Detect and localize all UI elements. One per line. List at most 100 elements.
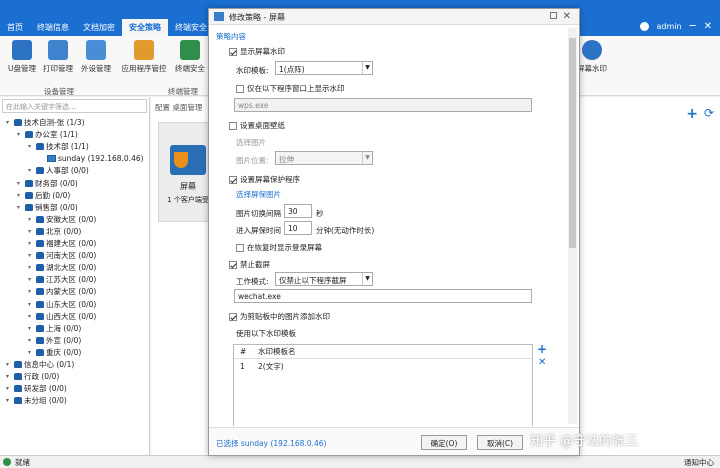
clipboard-watermark-row[interactable]: 为剪贴板中的图片添加水印 [229,311,330,322]
peripheral-manage-button[interactable]: 外设管理 [76,40,116,74]
maximize-icon[interactable] [550,12,557,19]
choose-image-link[interactable]: 选择图片 [236,137,266,148]
expand-icon[interactable]: ▾ [28,252,34,259]
tree-node[interactable]: ▾ 北京 (0/0) [28,226,81,237]
template-select[interactable]: 1(点阵) ▼ [275,61,373,75]
show-watermark-row[interactable]: 显示屏幕水印 [229,46,285,57]
table-row[interactable]: 1 2(文字) [234,359,532,373]
close-window-icon[interactable]: ✕ [704,21,712,32]
expand-icon[interactable]: ▾ [28,313,34,320]
scroll-thumb[interactable] [569,38,576,248]
tab-terminal-info[interactable]: 终端信息 [30,19,76,36]
expand-icon[interactable]: ▾ [6,385,12,392]
usb-manage-button[interactable]: U盘管理 [2,40,42,74]
tab-home[interactable]: 首页 [0,19,30,36]
expand-icon[interactable]: ▾ [28,228,34,235]
image-pos-value: 拉伸 [279,155,294,164]
expand-icon[interactable]: ▾ [28,325,34,332]
tree-node[interactable]: ▾ 河南大区 (0/0) [28,250,96,261]
tree-node[interactable]: ▾ 技术自测-张 (1/3) [6,117,85,128]
tree-node[interactable]: ▾ 福建大区 (0/0) [28,238,96,249]
tree-node[interactable]: ▾ 内蒙大区 (0/0) [28,286,96,297]
clipboard-watermark-checkbox[interactable] [229,312,237,321]
expand-icon[interactable]: ▾ [28,276,34,283]
tree-node[interactable]: ▾ 销售部 (0/0) [17,202,78,213]
tree-node[interactable]: ▾ 安徽大区 (0/0) [28,214,96,225]
tree-node[interactable]: ▾ 行政 (0/0) [6,371,59,382]
expand-icon[interactable]: ▾ [28,301,34,308]
forbid-screenshot-row[interactable]: 禁止截屏 [229,259,270,270]
screensaver-checkbox[interactable] [229,175,237,184]
expand-icon[interactable]: ▾ [6,373,12,380]
expand-icon[interactable]: ▾ [6,119,12,126]
expand-icon[interactable]: ▾ [17,204,23,211]
expand-icon[interactable]: ▾ [28,349,34,356]
cancel-button[interactable]: 取消(C) [477,435,523,450]
login-on-resume-checkbox[interactable] [236,243,244,252]
tree-node[interactable]: ▾ 上海 (0/0) [28,323,81,334]
show-watermark-checkbox[interactable] [229,47,237,56]
close-icon[interactable]: ✕ [563,11,571,22]
expand-icon[interactable]: ▾ [28,288,34,295]
app-control-label: 应用程序管控 [121,64,167,73]
add-icon[interactable]: + [686,106,698,122]
only-window-checkbox[interactable] [236,84,244,93]
interval-stepper[interactable]: 30 [284,204,312,218]
expand-icon[interactable]: ▾ [6,361,12,368]
tree-node[interactable]: ▾ 山西大区 (0/0) [28,311,96,322]
tree-node[interactable]: ▾ 重庆 (0/0) [28,347,81,358]
tree-node[interactable]: ▾ 后勤 (0/0) [17,190,70,201]
dialog-scrollbar[interactable] [568,28,577,424]
tree-node[interactable]: ▾ 外宣 (0/0) [28,335,81,346]
choose-saver-image-link[interactable]: 选择屏保图片 [236,189,281,200]
remove-template-icon[interactable]: ✕ [538,357,546,368]
window-program-input[interactable]: wps.exe [234,98,532,112]
tree-node[interactable]: ▾ 办公室 (1/1) [17,129,78,140]
tree-node[interactable]: ▾ 江苏大区 (0/0) [28,274,96,285]
tree-node[interactable]: ▾ 湖北大区 (0/0) [28,262,96,273]
expand-icon[interactable]: ▾ [17,131,23,138]
forbid-screenshot-checkbox[interactable] [229,260,237,269]
tree-node[interactable]: ▾ 人事部 (0/0) [28,165,89,176]
wallpaper-row[interactable]: 设置桌面壁纸 [229,120,285,131]
image-pos-select[interactable]: 拉伸 ▼ [275,151,373,165]
notify-center[interactable]: 通知中心 [684,457,714,468]
tree-node[interactable]: sunday (192.168.0.46) [39,153,144,164]
wallpaper-checkbox[interactable] [229,121,237,130]
expand-icon[interactable]: ▾ [28,143,34,150]
app-control-button[interactable]: 应用程序管控 [118,40,170,74]
terminal-security-button[interactable]: 终端安全 [170,40,210,74]
tree-node[interactable]: ▾ 未分组 (0/0) [6,395,67,406]
tree-node[interactable]: ▾ 技术部 (1/1) [28,141,89,152]
print-manage-button[interactable]: 打印管理 [38,40,78,74]
expand-icon[interactable]: ▾ [17,192,23,199]
ok-button[interactable]: 确定(O) [421,435,467,450]
expand-icon[interactable]: ▾ [28,264,34,271]
expand-icon[interactable]: ▾ [28,216,34,223]
screensaver-row[interactable]: 设置屏幕保护程序 [229,174,300,185]
tree-node-label: 行政 (0/0) [24,372,60,382]
user-icon[interactable] [639,22,649,31]
only-window-row[interactable]: 仅在以下程序窗口上显示水印 [236,83,345,94]
tree-node[interactable]: ▾ 研发部 (0/0) [6,383,67,394]
tree-node[interactable]: ▾ 财务部 (0/0) [17,178,78,189]
expand-icon[interactable]: ▾ [6,397,12,404]
add-template-icon[interactable]: + [537,342,547,356]
user-name[interactable]: admin [657,22,682,31]
login-on-resume-row[interactable]: 在恢复时显示登录屏幕 [236,242,322,253]
expand-icon[interactable]: ▾ [28,167,34,174]
refresh-icon[interactable]: ⟳ [704,106,714,122]
screenshot-program-input[interactable]: wechat.exe [234,289,532,303]
tree-node[interactable]: ▾ 山东大区 (0/0) [28,299,96,310]
tab-doc-encrypt[interactable]: 文档加密 [76,19,122,36]
tab-security-policy[interactable]: 安全策略 [122,19,168,36]
monitor-icon [214,12,224,21]
expand-icon[interactable]: ▾ [17,180,23,187]
work-mode-select[interactable]: 仅禁止以下程序截屏 ▼ [275,272,373,286]
expand-icon[interactable]: ▾ [28,240,34,247]
idle-stepper[interactable]: 10 [284,221,312,235]
tree-search-input[interactable]: 在此输入关键字筛选... [2,99,147,113]
tree-node[interactable]: ▾ 信息中心 (0/1) [6,359,74,370]
minimize-icon[interactable]: ─ [690,21,696,32]
expand-icon[interactable]: ▾ [28,337,34,344]
